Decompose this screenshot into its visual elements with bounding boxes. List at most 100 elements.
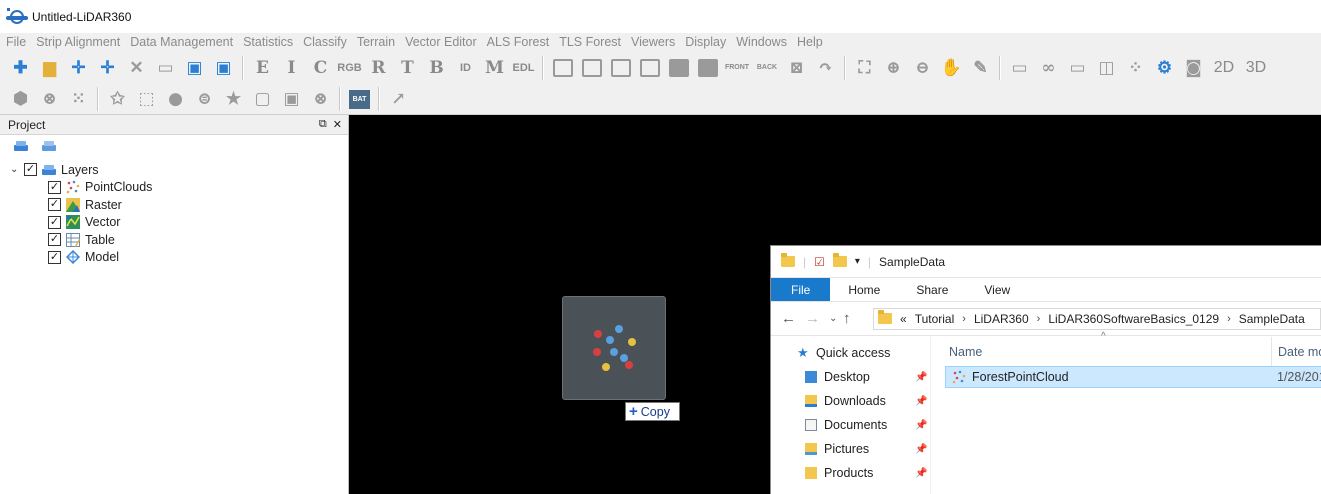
clip-icon[interactable]: ⊜ xyxy=(190,85,219,113)
nav-documents[interactable]: Documents 📌 xyxy=(771,413,930,437)
display-elevation-button[interactable]: E xyxy=(248,54,277,82)
monitor-icon[interactable]: ▭ xyxy=(1005,54,1034,82)
pin-icon[interactable]: 📌 xyxy=(915,420,927,431)
camera-icon[interactable]: ◙ xyxy=(1179,54,1208,82)
ribbon-tab-home[interactable]: Home xyxy=(830,278,898,301)
dots-grid-icon[interactable]: ⁘ xyxy=(1121,54,1150,82)
view-cube-3-icon[interactable] xyxy=(606,54,635,82)
display-return-button[interactable]: R xyxy=(364,54,393,82)
close-panel-icon[interactable]: ✕ xyxy=(333,118,342,131)
layers-checkbox[interactable]: ✓ xyxy=(24,163,37,177)
pin-icon[interactable]: 📌 xyxy=(915,372,927,383)
chevron-right-icon[interactable]: › xyxy=(1037,313,1041,325)
open-folder-icon[interactable]: ▆ xyxy=(35,54,64,82)
nav-products[interactable]: Products 📌 xyxy=(771,461,930,485)
undock-icon[interactable]: ⧉ xyxy=(319,118,327,131)
add-data-icon[interactable]: ✛ xyxy=(64,54,93,82)
menu-display[interactable]: Display xyxy=(685,35,726,49)
pointclouds-checkbox[interactable]: ✓ xyxy=(48,180,61,194)
display-time-button[interactable]: T xyxy=(393,54,422,82)
menu-strip-alignment[interactable]: Strip Alignment xyxy=(36,35,120,49)
view-cube-4-icon[interactable] xyxy=(635,54,664,82)
pin-icon[interactable]: ✎ xyxy=(966,54,995,82)
raster-checkbox[interactable]: ✓ xyxy=(48,198,61,212)
breadcrumb-tutorial[interactable]: Tutorial xyxy=(915,312,955,326)
display-intensity-button[interactable]: I xyxy=(277,54,306,82)
pan-hand-icon[interactable]: ✋ xyxy=(937,54,966,82)
menu-file[interactable]: File xyxy=(6,35,26,49)
view-back-button[interactable]: BACK xyxy=(752,54,782,82)
menu-vector-editor[interactable]: Vector Editor xyxy=(405,35,477,49)
recent-dropdown-icon[interactable]: ⌄ xyxy=(829,313,843,324)
tree-row-vector[interactable]: ✓ Vector xyxy=(10,214,348,232)
menu-terrain[interactable]: Terrain xyxy=(357,35,395,49)
nav-desktop[interactable]: Desktop 📌 xyxy=(771,365,930,389)
new-project-icon[interactable]: ✚ xyxy=(6,54,35,82)
screen-icon[interactable]: ▭ xyxy=(1063,54,1092,82)
save-selection-icon[interactable]: ▣ xyxy=(277,85,306,113)
properties-icon[interactable]: ☑ xyxy=(814,255,825,269)
cancel-selection-icon[interactable]: ⊗ xyxy=(306,85,335,113)
column-date-modified[interactable]: Date mo xyxy=(1271,337,1321,367)
pin-icon[interactable]: 📌 xyxy=(915,396,927,407)
breadcrumb-lidar360[interactable]: LiDAR360 xyxy=(974,312,1029,326)
menu-data-management[interactable]: Data Management xyxy=(130,35,233,49)
rotate-icon[interactable]: ↷ xyxy=(811,54,840,82)
settings-gear-icon[interactable]: ⚙ xyxy=(1150,54,1179,82)
batch-button[interactable]: BAT xyxy=(345,85,374,113)
menu-windows[interactable]: Windows xyxy=(736,35,787,49)
display-b-button[interactable]: B xyxy=(422,54,451,82)
tree-row-table[interactable]: ✓ Table xyxy=(10,231,348,249)
menu-help[interactable]: Help xyxy=(797,35,823,49)
layer-stack-icon[interactable] xyxy=(42,141,56,151)
new-folder-icon[interactable] xyxy=(832,253,847,267)
breadcrumb-overflow[interactable]: « xyxy=(900,312,907,326)
tree-row-model[interactable]: ✓ Model xyxy=(10,249,348,267)
view-reset-icon[interactable]: ⊠ xyxy=(782,54,811,82)
view-cube-1-icon[interactable] xyxy=(548,54,577,82)
chevron-down-icon[interactable]: ⌄ xyxy=(10,164,24,175)
mode-2d-button[interactable]: 2D xyxy=(1208,54,1240,82)
add-model-icon[interactable]: ✛ xyxy=(93,54,122,82)
quick-access-dropdown-icon[interactable]: ▾ xyxy=(855,256,860,267)
file-row-forestpointcloud[interactable]: ForestPointCloud 1/28/201 xyxy=(945,366,1321,388)
pin-icon[interactable]: 📌 xyxy=(915,468,927,479)
zoom-in-icon[interactable]: ⊕ xyxy=(879,54,908,82)
breadcrumb-sampledata[interactable]: SampleData xyxy=(1239,312,1305,326)
tree-row-layers[interactable]: ⌄ ✓ Layers xyxy=(10,161,348,179)
save-as-icon[interactable]: ▣ xyxy=(209,54,238,82)
tree-row-raster[interactable]: ✓ Raster xyxy=(10,196,348,214)
fullscreen-icon[interactable]: ⛶ xyxy=(850,54,879,82)
vector-checkbox[interactable]: ✓ xyxy=(48,215,61,229)
remove-icon[interactable]: ✕ xyxy=(122,54,151,82)
view-cube-5-icon[interactable] xyxy=(664,54,693,82)
pin-icon[interactable]: 📌 xyxy=(915,444,927,455)
edl-button[interactable]: EDL xyxy=(509,54,538,82)
breadcrumb-softwarebasics[interactable]: LiDAR360SoftwareBasics_0129 xyxy=(1048,312,1219,326)
star-select-icon[interactable]: ★ xyxy=(219,85,248,113)
display-m-button[interactable]: M xyxy=(480,54,509,82)
nav-downloads[interactable]: Downloads 📌 xyxy=(771,389,930,413)
edit-icon[interactable]: ▭ xyxy=(151,54,180,82)
display-classification-button[interactable]: C xyxy=(306,54,335,82)
nav-quick-access[interactable]: ★ Quick access xyxy=(771,341,930,365)
display-rgb-button[interactable]: RGB xyxy=(335,54,364,82)
ribbon-tab-share[interactable]: Share xyxy=(898,278,966,301)
up-arrow-icon[interactable]: ↑ xyxy=(843,310,867,327)
table-checkbox[interactable]: ✓ xyxy=(48,233,61,247)
view-front-button[interactable]: FRONT xyxy=(722,54,752,82)
nav-pictures[interactable]: Pictures 📌 xyxy=(771,437,930,461)
menu-classify[interactable]: Classify xyxy=(303,35,347,49)
chevron-right-icon[interactable]: › xyxy=(1227,313,1231,325)
model-checkbox[interactable]: ✓ xyxy=(48,250,61,264)
column-name[interactable]: Name xyxy=(945,345,1271,359)
back-arrow-icon[interactable]: ← xyxy=(781,310,805,327)
mode-3d-button[interactable]: 3D xyxy=(1240,54,1272,82)
menu-statistics[interactable]: Statistics xyxy=(243,35,293,49)
polygon-select-icon[interactable]: ✩ xyxy=(103,85,132,113)
menu-tls-forest[interactable]: TLS Forest xyxy=(559,35,621,49)
address-path-field[interactable]: « Tutorial › LiDAR360 › LiDAR360Software… xyxy=(873,307,1321,330)
rect-select-icon[interactable]: ⬚ xyxy=(132,85,161,113)
tree-row-pointclouds[interactable]: ✓ PointClouds xyxy=(10,179,348,197)
points-tool-icon[interactable]: ⁙ xyxy=(64,85,93,113)
